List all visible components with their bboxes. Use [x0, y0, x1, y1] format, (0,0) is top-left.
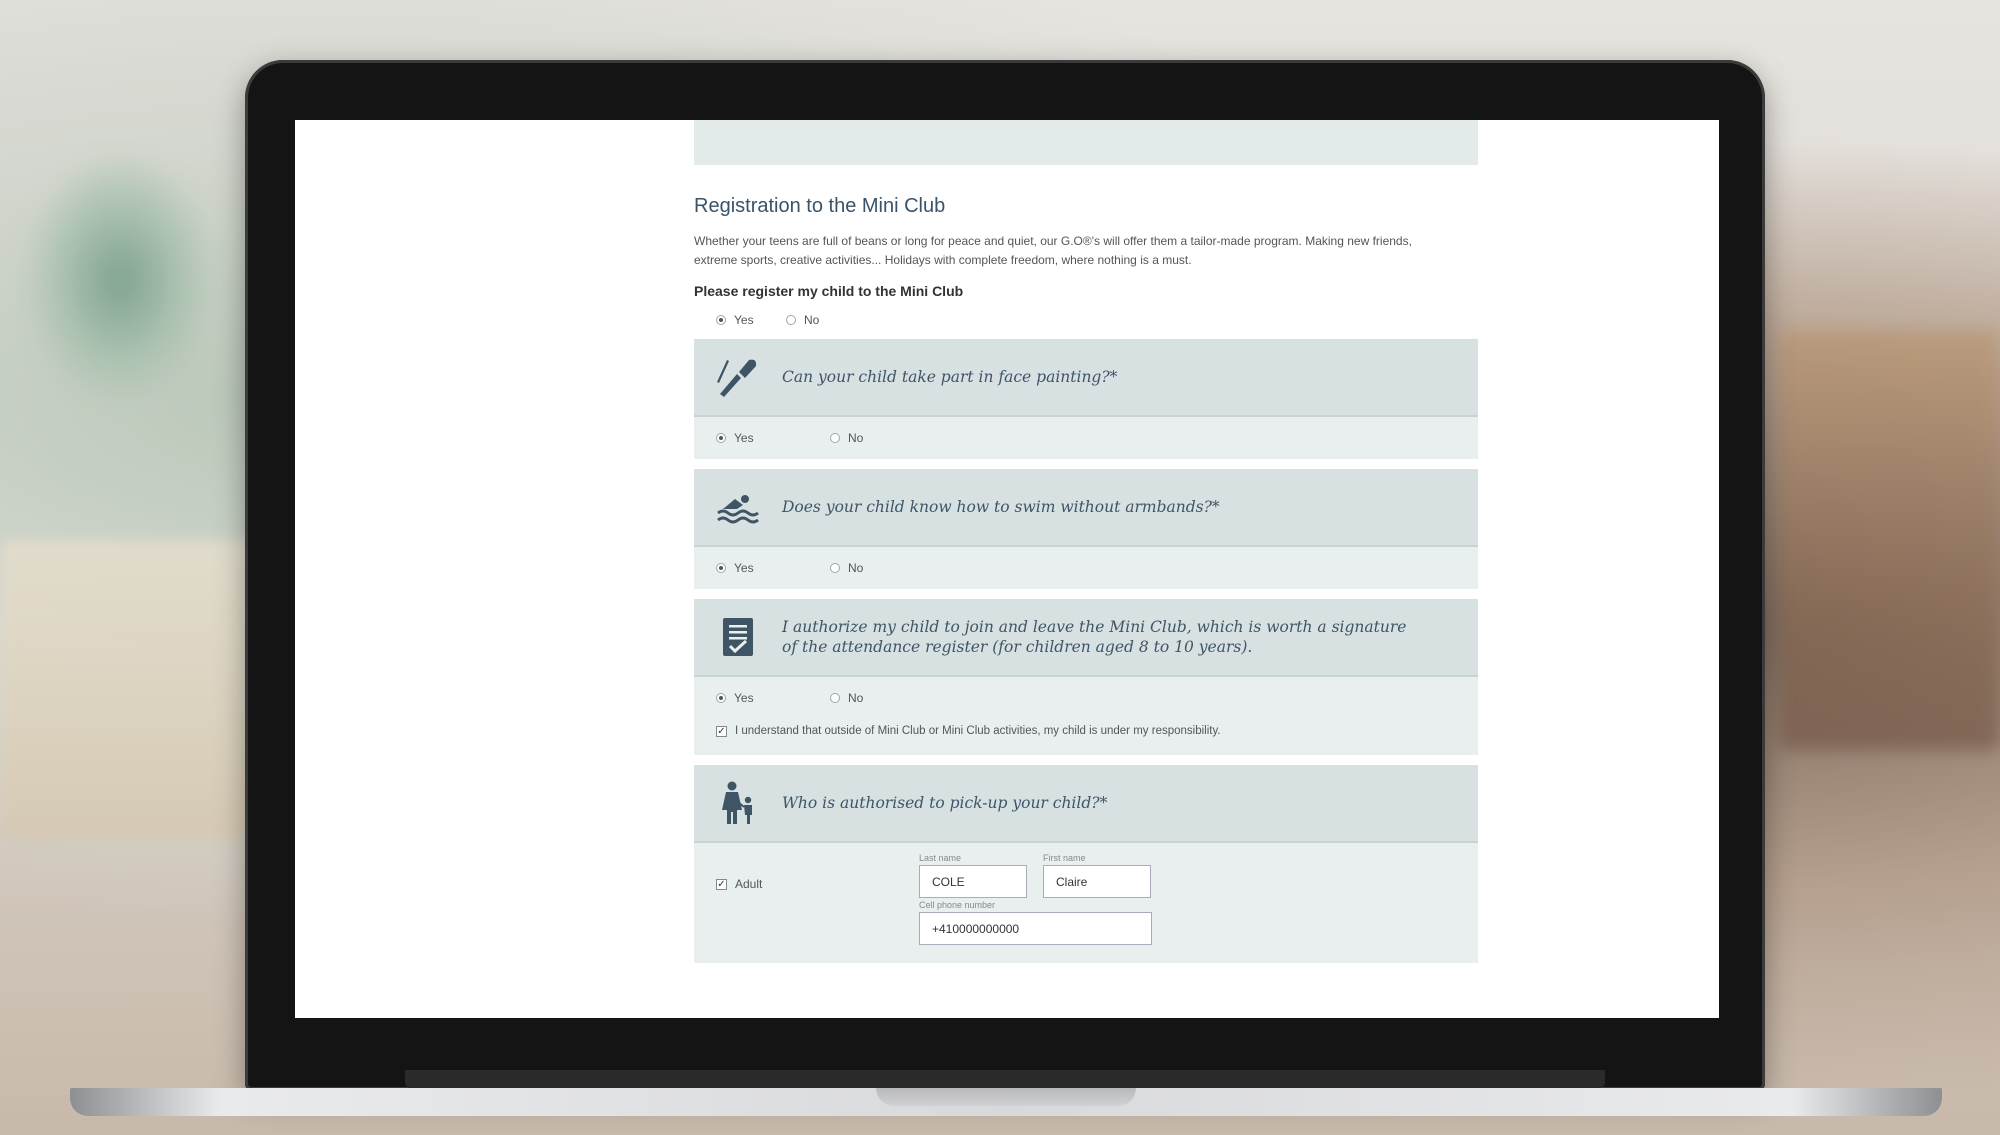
face-painting-yes-option[interactable]: Yes: [716, 431, 830, 445]
register-no-option[interactable]: No: [786, 313, 819, 327]
form-intro: Whether your teens are full of beans or …: [694, 232, 1474, 270]
register-yes-option[interactable]: Yes: [716, 313, 786, 327]
intro-line-2: extreme sports, creative activities... H…: [694, 253, 1192, 267]
face-painting-yes-label: Yes: [734, 431, 754, 445]
question-answers: Yes No ✓ I understand that outside of Mi…: [694, 677, 1478, 755]
adult-label: Adult: [735, 877, 763, 891]
swimmer-icon: [694, 487, 782, 527]
question-authorization: I authorize my child to join and leave t…: [694, 599, 1478, 755]
authorize-radio-group: Yes No: [714, 691, 1458, 705]
authorize-no-radio[interactable]: [830, 693, 840, 703]
swim-yes-label: Yes: [734, 561, 754, 575]
last-name-input[interactable]: COLE: [919, 865, 1027, 898]
adult-checkbox[interactable]: ✓: [716, 878, 727, 890]
face-painting-no-radio[interactable]: [830, 433, 840, 443]
question-text-line-2: of the attendance register (for children…: [782, 638, 1253, 656]
authorize-yes-option[interactable]: Yes: [716, 691, 830, 705]
register-no-radio[interactable]: [786, 315, 796, 325]
laptop-screen: Registration to the Mini Club Whether yo…: [295, 120, 1719, 1018]
register-radio-group: Yes No: [694, 313, 1478, 327]
first-name-input[interactable]: Claire: [1043, 865, 1151, 898]
registration-form: Registration to the Mini Club Whether yo…: [694, 120, 1478, 963]
swim-radio-group: Yes No: [714, 561, 1458, 575]
top-banner: [694, 120, 1478, 165]
register-yes-radio[interactable]: [716, 315, 726, 325]
question-header: Does your child know how to swim without…: [694, 469, 1478, 547]
first-name-group: First name Claire: [1043, 853, 1151, 898]
background-plant: [20, 150, 220, 410]
swim-no-option[interactable]: No: [830, 561, 863, 575]
parent-child-icon: [694, 780, 782, 826]
last-name-label: Last name: [919, 853, 962, 863]
phone-group: Cell phone number +410000000000: [919, 900, 1152, 945]
swim-no-radio[interactable]: [830, 563, 840, 573]
intro-line-1: Whether your teens are full of beans or …: [694, 234, 1412, 248]
swim-no-label: No: [848, 561, 864, 575]
question-header: I authorize my child to join and leave t…: [694, 599, 1478, 677]
authorize-yes-radio[interactable]: [716, 693, 726, 703]
swim-yes-radio[interactable]: [716, 563, 726, 573]
question-text: Who is authorised to pick-up your child?…: [782, 794, 1108, 812]
question-header: Can your child take part in face paintin…: [694, 339, 1478, 417]
register-yes-label: Yes: [734, 313, 754, 327]
phone-label: Cell phone number: [919, 900, 996, 910]
phone-input[interactable]: +410000000000: [919, 912, 1152, 945]
question-header: Who is authorised to pick-up your child?…: [694, 765, 1478, 843]
question-pickup: Who is authorised to pick-up your child?…: [694, 765, 1478, 963]
question-text-line-1: I authorize my child to join and leave t…: [782, 618, 1407, 636]
form-title: Registration to the Mini Club: [694, 195, 946, 217]
question-answers: Yes No: [694, 547, 1478, 589]
face-painting-radio-group: Yes No: [714, 431, 1458, 445]
first-name-label: First name: [1043, 853, 1086, 863]
question-swimming: Does your child know how to swim without…: [694, 469, 1478, 589]
question-text: I authorize my child to join and leave t…: [782, 617, 1406, 657]
authorize-no-option[interactable]: No: [830, 691, 863, 705]
question-answers: ✓ Adult Last name COLE First name Claire…: [694, 843, 1478, 963]
authorize-no-label: No: [848, 691, 864, 705]
face-painting-yes-radio[interactable]: [716, 433, 726, 443]
swim-yes-option[interactable]: Yes: [716, 561, 830, 575]
responsibility-checkbox[interactable]: ✓: [716, 725, 727, 737]
adult-option[interactable]: ✓ Adult: [716, 877, 762, 891]
last-name-group: Last name COLE: [919, 853, 1027, 898]
checklist-icon: [694, 616, 782, 658]
question-answers: Yes No: [694, 417, 1478, 459]
authorize-yes-label: Yes: [734, 691, 754, 705]
background-furniture-right: [1780, 330, 2000, 750]
question-text: Can your child take part in face paintin…: [782, 368, 1118, 386]
question-face-painting: Can your child take part in face paintin…: [694, 339, 1478, 459]
laptop-hinge: [405, 1070, 1605, 1088]
question-text: Does your child know how to swim without…: [782, 498, 1220, 516]
background-furniture-left: [0, 540, 260, 840]
face-painting-no-option[interactable]: No: [830, 431, 863, 445]
register-label: Please register my child to the Mini Clu…: [694, 283, 964, 299]
register-no-label: No: [804, 313, 820, 327]
face-paint-brush-icon: [694, 354, 782, 400]
face-painting-no-label: No: [848, 431, 864, 445]
responsibility-row: ✓ I understand that outside of Mini Club…: [714, 725, 1458, 737]
laptop-notch: [876, 1088, 1136, 1106]
responsibility-text: I understand that outside of Mini Club o…: [735, 725, 1221, 737]
